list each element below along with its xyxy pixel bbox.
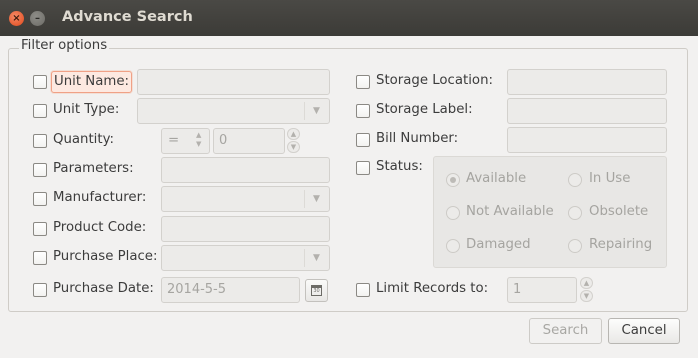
unit-name-checkbox[interactable] <box>33 75 47 89</box>
status-in-use-label: In Use <box>589 171 631 186</box>
status-repairing-label: Repairing <box>589 237 653 252</box>
parameters-input[interactable] <box>161 157 330 183</box>
status-damaged-radio[interactable] <box>446 239 460 253</box>
purchase-place-checkbox[interactable] <box>33 251 47 265</box>
product-code-input[interactable] <box>161 216 330 242</box>
unit-type-select[interactable]: ▼ <box>137 98 330 124</box>
chevron-down-icon: ▼ <box>304 249 328 267</box>
manufacturer-checkbox[interactable] <box>33 192 47 206</box>
storage-location-label: Storage Location: <box>376 73 493 88</box>
status-available-radio[interactable] <box>446 173 460 187</box>
manufacturer-select[interactable]: ▼ <box>161 186 330 212</box>
limit-records-checkbox[interactable] <box>356 283 370 297</box>
calendar-icon: 30 <box>311 285 322 296</box>
purchase-place-label: Purchase Place: <box>53 249 158 264</box>
quantity-label: Quantity: <box>53 132 114 147</box>
purchase-date-checkbox[interactable] <box>33 283 47 297</box>
chevron-down-icon: ▼ <box>304 102 328 120</box>
unit-type-checkbox[interactable] <box>33 104 47 118</box>
quantity-checkbox[interactable] <box>33 134 47 148</box>
minimize-icon[interactable]: – <box>30 11 45 26</box>
quantity-spinner[interactable]: ▲ ▼ <box>287 128 300 154</box>
parameters-checkbox[interactable] <box>33 163 47 177</box>
storage-location-input[interactable] <box>507 69 667 95</box>
unit-name-input[interactable] <box>137 69 330 95</box>
purchase-date-input[interactable]: 2014-5-5 <box>161 277 300 303</box>
purchase-date-label: Purchase Date: <box>53 281 154 296</box>
bill-number-checkbox[interactable] <box>356 133 370 147</box>
spin-down-icon[interactable]: ▼ <box>580 290 593 302</box>
unit-type-label: Unit Type: <box>53 102 120 117</box>
status-not-available-label: Not Available <box>466 204 554 219</box>
status-obsolete-label: Obsolete <box>589 204 649 219</box>
bill-number-label: Bill Number: <box>376 131 459 146</box>
quantity-operator-value: = <box>168 133 180 148</box>
cancel-button[interactable]: Cancel <box>608 318 680 344</box>
close-icon[interactable]: × <box>9 11 24 26</box>
limit-records-label: Limit Records to: <box>376 281 489 296</box>
limit-records-spinner[interactable]: ▲ ▼ <box>580 277 593 303</box>
status-damaged-label: Damaged <box>466 237 531 252</box>
manufacturer-label: Manufacturer: <box>53 190 147 205</box>
spin-down-icon[interactable]: ▼ <box>287 141 300 153</box>
calendar-button[interactable]: 30 <box>305 279 328 302</box>
quantity-input[interactable]: 0 <box>213 128 285 154</box>
window-title: Advance Search <box>62 9 193 25</box>
spin-up-icon[interactable]: ▲ <box>580 277 593 289</box>
purchase-place-select[interactable]: ▼ <box>161 245 330 271</box>
search-button[interactable]: Search <box>529 318 602 344</box>
status-label: Status: <box>376 159 423 174</box>
spin-up-icon[interactable]: ▲ <box>287 128 300 140</box>
status-obsolete-radio[interactable] <box>568 206 582 220</box>
limit-records-input[interactable]: 1 <box>507 277 577 303</box>
title-bar: × – Advance Search <box>0 0 698 36</box>
updown-icon: ▲ ▼ <box>196 131 202 148</box>
parameters-label: Parameters: <box>53 161 134 176</box>
storage-label-label: Storage Label: <box>376 102 473 117</box>
storage-location-checkbox[interactable] <box>356 75 370 89</box>
product-code-label: Product Code: <box>53 220 147 235</box>
bill-number-input[interactable] <box>507 127 667 153</box>
storage-label-input[interactable] <box>507 98 667 124</box>
status-in-use-radio[interactable] <box>568 173 582 187</box>
status-repairing-radio[interactable] <box>568 239 582 253</box>
quantity-operator-select[interactable]: = ▲ ▼ <box>161 128 210 154</box>
filter-options-title: Filter options <box>19 38 110 53</box>
unit-name-label: Unit Name: <box>51 71 133 93</box>
product-code-checkbox[interactable] <box>33 222 47 236</box>
status-checkbox[interactable] <box>356 161 370 175</box>
status-not-available-radio[interactable] <box>446 206 460 220</box>
chevron-down-icon: ▼ <box>304 190 328 208</box>
storage-label-checkbox[interactable] <box>356 104 370 118</box>
status-available-label: Available <box>466 171 527 186</box>
